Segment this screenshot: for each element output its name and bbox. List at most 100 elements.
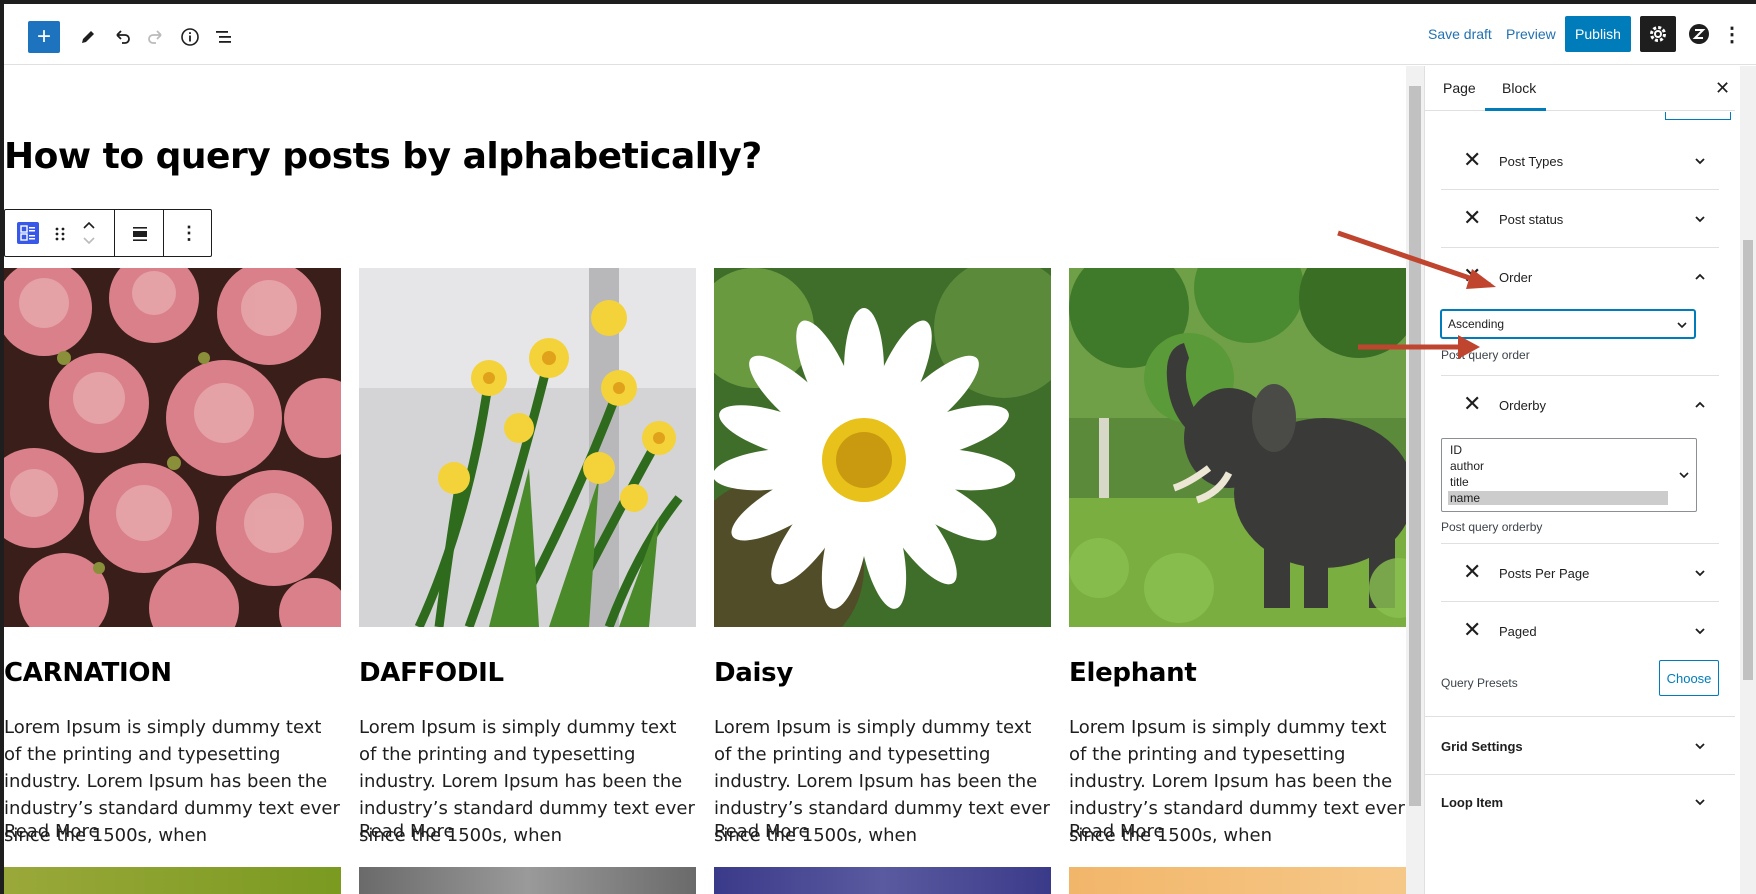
- panel-post-status[interactable]: ✕ Post status: [1441, 190, 1719, 248]
- query-loop-block-icon[interactable]: [17, 222, 39, 244]
- tab-page[interactable]: Page: [1443, 80, 1476, 96]
- redo-icon[interactable]: [142, 23, 170, 51]
- post-featured-image-carnation[interactable]: [4, 268, 341, 627]
- order-label: Order: [1499, 270, 1533, 285]
- post-featured-image-daffodil[interactable]: [359, 268, 696, 627]
- post-title[interactable]: DAFFODIL: [359, 658, 504, 688]
- sidebar-panel: ✕ Post Types ✕ Post status ✕ Order Ascen…: [1425, 112, 1735, 894]
- options-kebab-icon[interactable]: ⋮: [1722, 21, 1742, 47]
- panel-orderby: ✕ Orderby ID author title name Post quer…: [1441, 376, 1719, 544]
- orderby-help-text: Post query orderby: [1441, 520, 1543, 534]
- orderby-option-selected[interactable]: name: [1448, 491, 1668, 505]
- next-post-image: [4, 867, 341, 894]
- sidebar-tabs: Page Block ✕: [1425, 66, 1735, 111]
- query-presets-label: Query Presets: [1441, 676, 1518, 690]
- block-toolbar: ⋮: [4, 209, 212, 257]
- chevron-down-icon[interactable]: [1693, 624, 1707, 638]
- window-left-border: [0, 0, 4, 894]
- post-card: Elephant Lorem Ipsum is simply dummy tex…: [1069, 268, 1406, 894]
- settings-sidebar: Page Block ✕ ✕ Post Types ✕ Post status …: [1424, 66, 1735, 894]
- posts-per-page-label: Posts Per Page: [1499, 566, 1590, 581]
- next-post-image: [1069, 867, 1406, 894]
- post-featured-image-daisy[interactable]: [714, 268, 1051, 627]
- block-toolbar-group-2: [115, 210, 164, 256]
- block-options-kebab-icon[interactable]: ⋮: [180, 223, 198, 245]
- align-icon[interactable]: [129, 223, 151, 245]
- chevron-up-icon[interactable]: [1693, 398, 1707, 412]
- sidebar-scrollbar-thumb[interactable]: [1743, 240, 1753, 680]
- move-up-icon[interactable]: [81, 218, 97, 232]
- post-status-label: Post status: [1499, 212, 1564, 227]
- remove-posts-per-page-icon[interactable]: ✕: [1463, 560, 1481, 585]
- page-title[interactable]: How to query posts by alphabetically?: [4, 136, 762, 177]
- info-icon[interactable]: [176, 23, 204, 51]
- post-featured-image-elephant[interactable]: [1069, 268, 1406, 627]
- panel-paged[interactable]: ✕ Paged: [1441, 602, 1719, 660]
- close-icon[interactable]: ✕: [1715, 78, 1730, 99]
- post-card: Daisy Lorem Ipsum is simply dummy text o…: [714, 268, 1051, 894]
- undo-icon[interactable]: [108, 23, 136, 51]
- block-toolbar-group-3: ⋮: [164, 210, 211, 256]
- editor-scrollbar-thumb[interactable]: [1409, 86, 1421, 806]
- add-block-button[interactable]: +: [28, 21, 60, 53]
- order-select[interactable]: Ascending: [1441, 310, 1695, 338]
- remove-post-status-icon[interactable]: ✕: [1463, 206, 1481, 231]
- chevron-down-icon[interactable]: [1693, 566, 1707, 580]
- tab-block[interactable]: Block: [1502, 80, 1536, 96]
- orderby-option[interactable]: author: [1450, 459, 1670, 473]
- active-tab-indicator: [1485, 108, 1546, 111]
- paged-label: Paged: [1499, 624, 1537, 639]
- grid-settings-label: Grid Settings: [1441, 739, 1523, 754]
- post-title[interactable]: CARNATION: [4, 658, 172, 688]
- panel-grid-settings[interactable]: Grid Settings: [1425, 717, 1735, 775]
- partial-button-edge: [1665, 112, 1731, 120]
- read-more-link[interactable]: Read More: [4, 821, 100, 842]
- drag-handle-icon[interactable]: [53, 224, 67, 244]
- select-chevron-icon: [1677, 322, 1687, 329]
- order-help-text: Post query order: [1441, 348, 1530, 362]
- panel-loop-item[interactable]: Loop Item: [1425, 775, 1735, 833]
- select-chevron-icon: [1679, 472, 1689, 479]
- read-more-link[interactable]: Read More: [359, 821, 455, 842]
- orderby-multiselect[interactable]: ID author title name: [1441, 438, 1697, 512]
- chevron-down-icon[interactable]: [1693, 212, 1707, 226]
- pencil-tool-icon[interactable]: [74, 23, 102, 51]
- remove-post-types-icon[interactable]: ✕: [1463, 148, 1481, 173]
- next-post-image: [359, 867, 696, 894]
- remove-paged-icon[interactable]: ✕: [1463, 618, 1481, 643]
- chevron-down-icon[interactable]: [1693, 739, 1707, 753]
- top-toolbar: + Save draft Preview Publish ⋮: [4, 4, 1756, 65]
- panel-post-types[interactable]: ✕ Post Types: [1441, 132, 1719, 190]
- chevron-up-icon[interactable]: [1693, 270, 1707, 284]
- save-draft-button[interactable]: Save draft: [1428, 26, 1492, 42]
- post-card: CARNATION Lorem Ipsum is simply dummy te…: [4, 268, 341, 894]
- choose-preset-button[interactable]: Choose: [1659, 660, 1719, 696]
- orderby-option[interactable]: title: [1450, 475, 1670, 489]
- panel-order: ✕ Order Ascending Post query order: [1441, 248, 1719, 376]
- plugin-z-icon[interactable]: [1686, 21, 1712, 47]
- move-down-icon[interactable]: [81, 234, 97, 248]
- panel-posts-per-page[interactable]: ✕ Posts Per Page: [1441, 544, 1719, 602]
- remove-order-icon[interactable]: ✕: [1463, 264, 1481, 289]
- read-more-link[interactable]: Read More: [1069, 821, 1165, 842]
- loop-item-label: Loop Item: [1441, 795, 1504, 810]
- orderby-option[interactable]: ID: [1450, 443, 1670, 457]
- post-types-label: Post Types: [1499, 154, 1564, 169]
- editor-canvas: How to query posts by alphabetically? ⋮ …: [4, 66, 1410, 894]
- post-title[interactable]: Elephant: [1069, 658, 1197, 688]
- list-view-icon[interactable]: [210, 23, 238, 51]
- block-toolbar-group-1: [5, 210, 115, 256]
- read-more-link[interactable]: Read More: [714, 821, 810, 842]
- publish-button[interactable]: Publish: [1565, 16, 1631, 52]
- orderby-label: Orderby: [1499, 398, 1546, 413]
- preview-button[interactable]: Preview: [1506, 26, 1556, 42]
- order-select-value: Ascending: [1448, 317, 1505, 331]
- post-card: DAFFODIL Lorem Ipsum is simply dummy tex…: [359, 268, 696, 894]
- next-post-image: [714, 867, 1051, 894]
- editor-window: + Save draft Preview Publish ⋮ How to qu…: [0, 0, 1756, 894]
- post-title[interactable]: Daisy: [714, 658, 793, 688]
- remove-orderby-icon[interactable]: ✕: [1463, 392, 1481, 417]
- chevron-down-icon[interactable]: [1693, 795, 1707, 809]
- chevron-down-icon[interactable]: [1693, 154, 1707, 168]
- settings-gear-button[interactable]: [1640, 16, 1676, 52]
